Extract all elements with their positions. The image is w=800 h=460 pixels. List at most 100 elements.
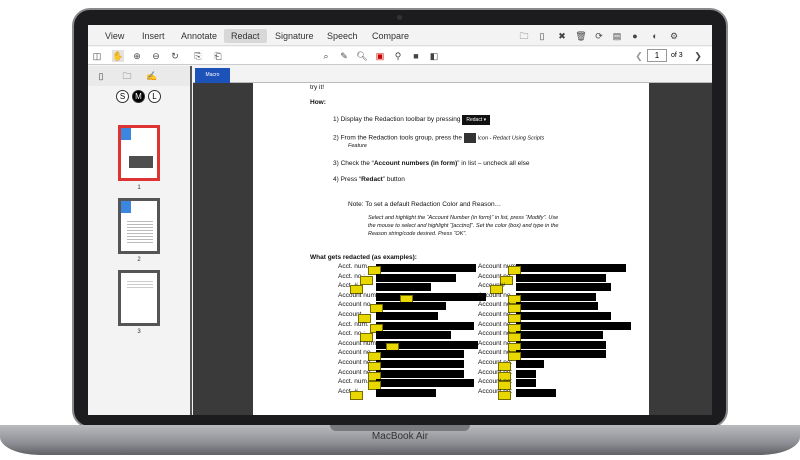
bookmark-icon bbox=[121, 128, 131, 140]
text: try it! bbox=[310, 84, 325, 91]
fit-page-icon[interactable]: ⎘ bbox=[192, 50, 204, 62]
redaction-example: Acct. num. bbox=[338, 263, 369, 270]
menu-view[interactable]: View bbox=[98, 29, 131, 43]
text-to-speech-icon[interactable]: ◐ bbox=[649, 30, 661, 42]
note-line: Reason string/code desired. Press “OK”. bbox=[368, 231, 467, 237]
menu-compare[interactable]: Compare bbox=[365, 29, 416, 43]
open-folder-icon[interactable]: 🗀 bbox=[518, 30, 530, 42]
document-page: try it! How: 1) Display the Redaction to… bbox=[253, 83, 649, 415]
redaction-bar bbox=[516, 360, 544, 368]
redaction-bar bbox=[516, 369, 536, 378]
redaction-bar bbox=[376, 360, 464, 368]
new-file-icon[interactable]: ▯ bbox=[536, 30, 548, 42]
tab-macro[interactable]: Macro bbox=[195, 68, 230, 83]
redaction-bar bbox=[516, 350, 606, 359]
size-large-button[interactable]: L bbox=[148, 90, 161, 103]
zoom-out-icon[interactable]: ⊖ bbox=[150, 50, 162, 62]
redaction-bar bbox=[516, 340, 606, 349]
redaction-bar bbox=[516, 388, 556, 397]
redaction-bar bbox=[376, 379, 474, 388]
redaction-bar bbox=[376, 312, 438, 320]
note: Note: To set a default Redaction Color a… bbox=[348, 201, 502, 208]
redaction-settings-icon[interactable]: ◧ bbox=[428, 50, 440, 62]
tab-strip: Macro bbox=[193, 66, 712, 83]
camera bbox=[397, 15, 402, 20]
next-page-button[interactable]: ❯ bbox=[692, 50, 704, 62]
toggle-sidebar-icon[interactable]: ◫ bbox=[91, 50, 103, 62]
zoom-in-icon[interactable]: ⊕ bbox=[131, 50, 143, 62]
redaction-bar bbox=[516, 321, 631, 330]
text: 4) Press “ bbox=[333, 176, 362, 183]
redaction-bar bbox=[516, 331, 603, 340]
redaction-bar bbox=[516, 292, 596, 301]
heading-examples: What gets redacted (as examples): bbox=[310, 254, 417, 261]
prev-page-button[interactable]: ❮ bbox=[633, 50, 645, 62]
menu-redact[interactable]: Redact bbox=[224, 29, 267, 43]
step-1: 1) Display the Redaction toolbar by pres… bbox=[333, 116, 461, 123]
step-2-note: Icon - Redact Using Scripts bbox=[477, 135, 545, 142]
size-medium-button[interactable]: M bbox=[132, 90, 145, 103]
text: Redact bbox=[361, 176, 383, 183]
info-icon[interactable]: ● bbox=[629, 30, 641, 42]
fit-width-icon[interactable]: ⎗ bbox=[212, 50, 224, 62]
redaction-bar bbox=[376, 273, 456, 282]
sync-icon[interactable]: ⟳ bbox=[593, 30, 605, 42]
redaction-bar bbox=[376, 321, 474, 330]
redaction-bar bbox=[376, 350, 464, 359]
bookmarks-icon[interactable]: 🗀 bbox=[121, 70, 133, 82]
menu-signature[interactable]: Signature bbox=[268, 29, 321, 43]
redaction-bar bbox=[376, 302, 446, 311]
thumbnail-label: 1 bbox=[137, 185, 141, 191]
page-thumbnail-1[interactable] bbox=[118, 125, 160, 181]
redaction-marker bbox=[350, 390, 363, 400]
comment-icon[interactable]: ▤ bbox=[611, 30, 623, 42]
delete-icon[interactable]: 🗑 bbox=[575, 30, 587, 42]
menu-speech[interactable]: Speech bbox=[320, 29, 365, 43]
menu-annotate[interactable]: Annotate bbox=[174, 29, 224, 43]
page-total: of 3 bbox=[671, 52, 683, 59]
redaction-example: Account no. bbox=[338, 301, 373, 309]
redaction-bar bbox=[516, 283, 611, 292]
page-number-input[interactable]: 1 bbox=[647, 49, 667, 62]
device-label: MacBook Air bbox=[371, 431, 429, 442]
mark-redaction-icon[interactable]: ✎ bbox=[338, 50, 350, 62]
search-icon[interactable]: ⌕ bbox=[320, 50, 332, 62]
redaction-bar bbox=[376, 292, 486, 301]
thumbnails-icon[interactable]: ▯ bbox=[95, 70, 107, 82]
size-small-button[interactable]: S bbox=[116, 90, 129, 103]
text: Account numbers (in form) bbox=[373, 160, 458, 167]
thumbnail-label: 2 bbox=[137, 257, 141, 263]
text: ” in list – uncheck all else bbox=[457, 160, 530, 167]
document-viewer: Macro try it! How: 1) Display the Redact… bbox=[193, 66, 712, 415]
step-2: 2) From the Redaction tools group, press… bbox=[333, 134, 462, 142]
redaction-bar bbox=[516, 302, 598, 311]
redaction-bar bbox=[516, 264, 626, 272]
search-redact-icon[interactable]: 🔍︎ bbox=[356, 50, 368, 62]
screen: View Insert Annotate Redact Signature Speech C… bbox=[88, 25, 712, 415]
redact-scripts-icon[interactable]: ⚲ bbox=[392, 50, 404, 62]
redaction-example: Account num. bbox=[338, 339, 378, 347]
menu-insert[interactable]: Insert bbox=[135, 29, 172, 43]
redact-button-image: Redact ▾ bbox=[462, 115, 491, 125]
settings-icon[interactable]: ⚙ bbox=[668, 30, 680, 42]
step-2-note: Feature bbox=[348, 143, 367, 149]
redaction-bar bbox=[516, 379, 536, 388]
thumbnail-sidebar: ▯ 🗀 ✍ S M L 1 2 3 bbox=[88, 66, 192, 415]
text: ” button bbox=[382, 176, 405, 183]
rotate-icon[interactable]: ↻ bbox=[169, 50, 181, 62]
redact-page-icon[interactable]: ▣ bbox=[374, 50, 386, 62]
toolbar: ◫ ✋ ⊕ ⊖ ↻ ⎘ ⎗ ⌕ ✎ 🔍︎ ▣ ⚲ ■ ◧ ❮ 1 of 3 ❯ bbox=[88, 47, 712, 65]
page-thumbnail-3[interactable] bbox=[118, 270, 160, 326]
redaction-marker bbox=[498, 390, 511, 400]
menu-bar: View Insert Annotate Redact Signature Speech C… bbox=[88, 25, 712, 46]
page-thumbnail-2[interactable] bbox=[118, 198, 160, 254]
signatures-icon[interactable]: ✍ bbox=[146, 70, 158, 82]
apply-redaction-icon[interactable]: ■ bbox=[410, 50, 422, 62]
sidebar-tabs: ▯ 🗀 ✍ bbox=[88, 66, 190, 86]
text: 3) Check the “ bbox=[333, 160, 374, 167]
redact-scripts-icon bbox=[463, 133, 476, 143]
redaction-bar bbox=[376, 388, 436, 397]
pan-hand-icon[interactable]: ✋ bbox=[112, 50, 124, 62]
close-doc-icon[interactable]: ✖ bbox=[556, 30, 568, 42]
note-line: Select and highlight the “Account Number… bbox=[368, 215, 559, 221]
